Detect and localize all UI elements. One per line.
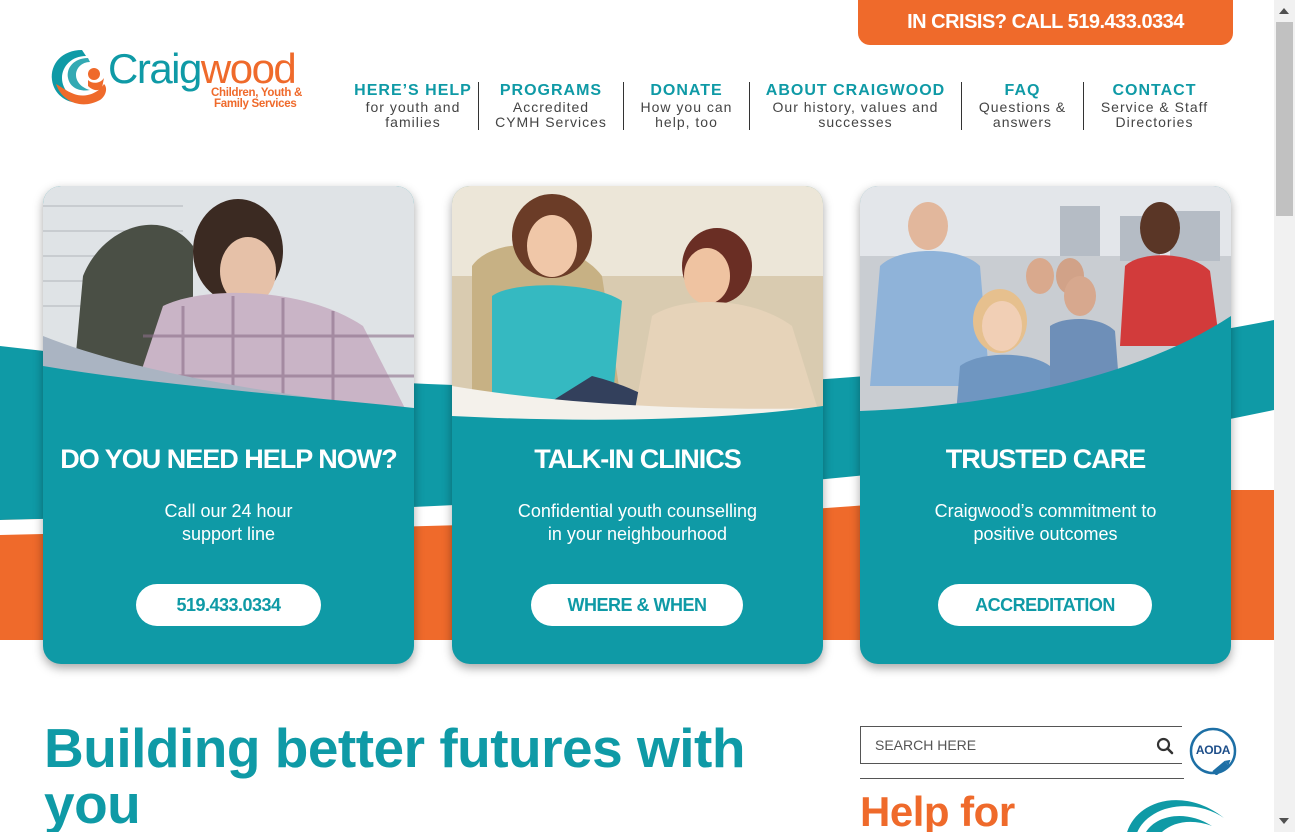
nav-subtitle: Service & Staff [1100, 99, 1209, 115]
logo-swirl-icon [51, 50, 107, 105]
scroll-down-arrow-icon[interactable] [1279, 818, 1289, 824]
nav-subtitle: Questions & [978, 99, 1067, 115]
crisis-call-button[interactable]: IN CRISIS? CALL 519.433.0334 [858, 0, 1233, 45]
phone-number-button[interactable]: 519.433.0334 [136, 584, 321, 626]
card-description-line: Confidential youth counselling [517, 501, 758, 521]
main-nav: HERE’S HELP for youth and families PROGR… [348, 82, 1225, 130]
page-headline: Building better futures with you [44, 720, 804, 832]
section-title-help-for: Help for [860, 788, 1015, 832]
card-description-line: positive outcomes [973, 524, 1118, 544]
nav-item-heres-help[interactable]: HERE’S HELP for youth and families [348, 82, 478, 130]
card-title: TRUSTED CARE [945, 444, 1147, 474]
card-title: DO YOU NEED HELP NOW? [60, 444, 398, 474]
divider [860, 778, 1184, 779]
nav-subtitle: for youth and [365, 99, 461, 115]
nav-title: CONTACT [1112, 82, 1197, 99]
card-help-now: DO YOU NEED HELP NOW? Call our 24 hour s… [43, 186, 414, 664]
swirl-graphic [1127, 800, 1224, 832]
card-title: TALK-IN CLINICS [534, 444, 741, 474]
headline-line: Building better futures with [44, 717, 745, 779]
page: IN CRISIS? CALL 519.433.0334 Craigwood C… [0, 0, 1274, 832]
nav-subtitle: Accredited [512, 99, 590, 115]
logo-sub-line2: Family Services [214, 98, 297, 110]
nav-subtitle: Our history, values and [772, 99, 939, 115]
logo-word-craig: Craig [108, 45, 202, 92]
logo-subtitle: Children, Youth & Family Services [211, 87, 302, 110]
card-description: Craigwood’s commitment to positive outco… [900, 500, 1191, 546]
nav-title: ABOUT CRAIGWOOD [765, 82, 946, 99]
nav-title: PROGRAMS [499, 82, 603, 99]
nav-subtitle: help, too [655, 114, 718, 130]
card-wave [43, 366, 414, 436]
card-talk-in-clinics: TALK-IN CLINICS Confidential youth couns… [452, 186, 823, 664]
nav-title: HERE’S HELP [354, 82, 472, 99]
nav-item-about-craigwood[interactable]: ABOUT CRAIGWOOD Our history, values and … [749, 82, 961, 130]
card-description-line: in your neighbourhood [547, 524, 728, 544]
nav-subtitle: answers [992, 114, 1053, 130]
where-and-when-button[interactable]: WHERE & WHEN [531, 584, 743, 626]
search-icon[interactable] [1156, 737, 1174, 755]
nav-title: DONATE [650, 82, 723, 99]
card-description-line: support line [181, 524, 276, 544]
nav-title: FAQ [1004, 82, 1041, 99]
search-box [860, 726, 1182, 764]
nav-subtitle: successes [818, 114, 893, 130]
logo-word-wood: wood [200, 45, 297, 92]
nav-subtitle: How you can [640, 99, 733, 115]
search-input[interactable] [873, 736, 1137, 754]
scroll-up-arrow-icon[interactable] [1279, 8, 1289, 14]
accreditation-button[interactable]: ACCREDITATION [938, 584, 1152, 626]
nav-subtitle: families [385, 114, 441, 130]
aoda-label: AODA [1195, 743, 1231, 757]
headline-line: you [44, 773, 141, 832]
scrollbar[interactable] [1274, 0, 1295, 832]
scroll-thumb[interactable] [1276, 22, 1293, 216]
card-description: Call our 24 hour support line [83, 500, 374, 546]
craigwood-logo[interactable]: Craigwood Children, Youth & Family Servi… [48, 42, 323, 114]
aoda-accessibility-badge[interactable]: AODA [1189, 727, 1237, 776]
nav-item-faq[interactable]: FAQ Questions & answers [961, 82, 1083, 130]
card-trusted-care: TRUSTED CARE Craigwood’s commitment to p… [860, 186, 1231, 664]
card-wave [452, 406, 823, 436]
card-description: Confidential youth counselling in your n… [492, 500, 783, 546]
nav-item-programs[interactable]: PROGRAMS Accredited CYMH Services [478, 82, 623, 130]
card-description-line: Craigwood’s commitment to [934, 501, 1157, 521]
nav-subtitle: Directories [1115, 114, 1194, 130]
nav-item-contact[interactable]: CONTACT Service & Staff Directories [1083, 82, 1225, 130]
nav-subtitle: CYMH Services [495, 114, 607, 130]
nav-item-donate[interactable]: DONATE How you can help, too [623, 82, 749, 130]
card-wave [860, 316, 1231, 436]
card-description-line: Call our 24 hour [164, 501, 293, 521]
